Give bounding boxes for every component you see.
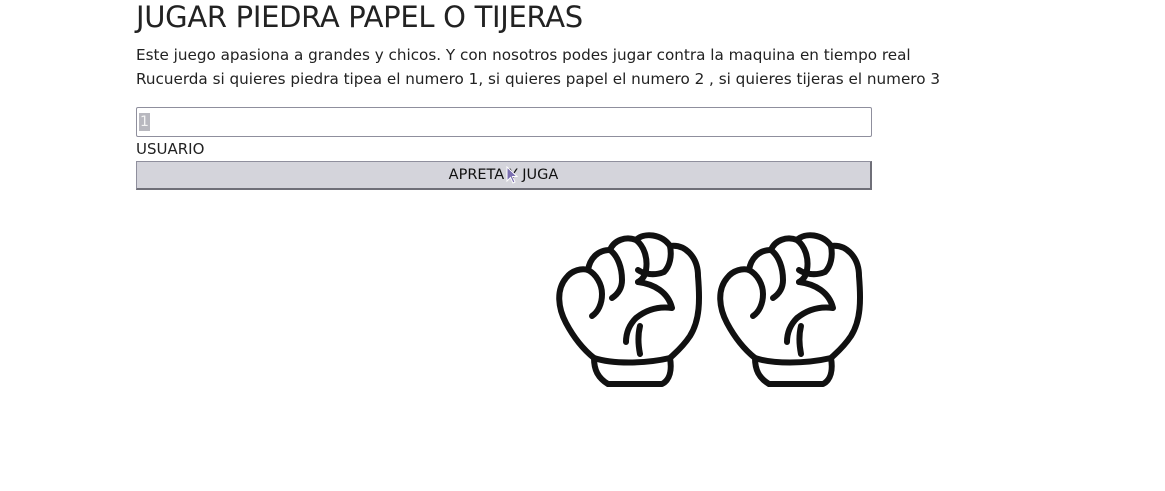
mouse-cursor-icon [506,166,518,184]
choice-input[interactable] [136,107,872,137]
game-page: JUGAR PIEDRA PAPEL O TIJERAS Este juego … [0,0,1165,491]
page-title: JUGAR PIEDRA PAPEL O TIJERAS [136,0,583,34]
play-button[interactable]: APRETA Y JUGA [136,161,872,190]
user-label: USUARIO [136,140,205,158]
description-line-1: Este juego apasiona a grandes y chicos. … [136,46,911,64]
description-line-2: Rucuerda si quieres piedra tipea el nume… [136,70,941,88]
machine-rock-fist-icon [717,232,863,387]
choice-input-selected-value: 1 [139,113,150,131]
user-rock-fist-icon [556,232,702,387]
